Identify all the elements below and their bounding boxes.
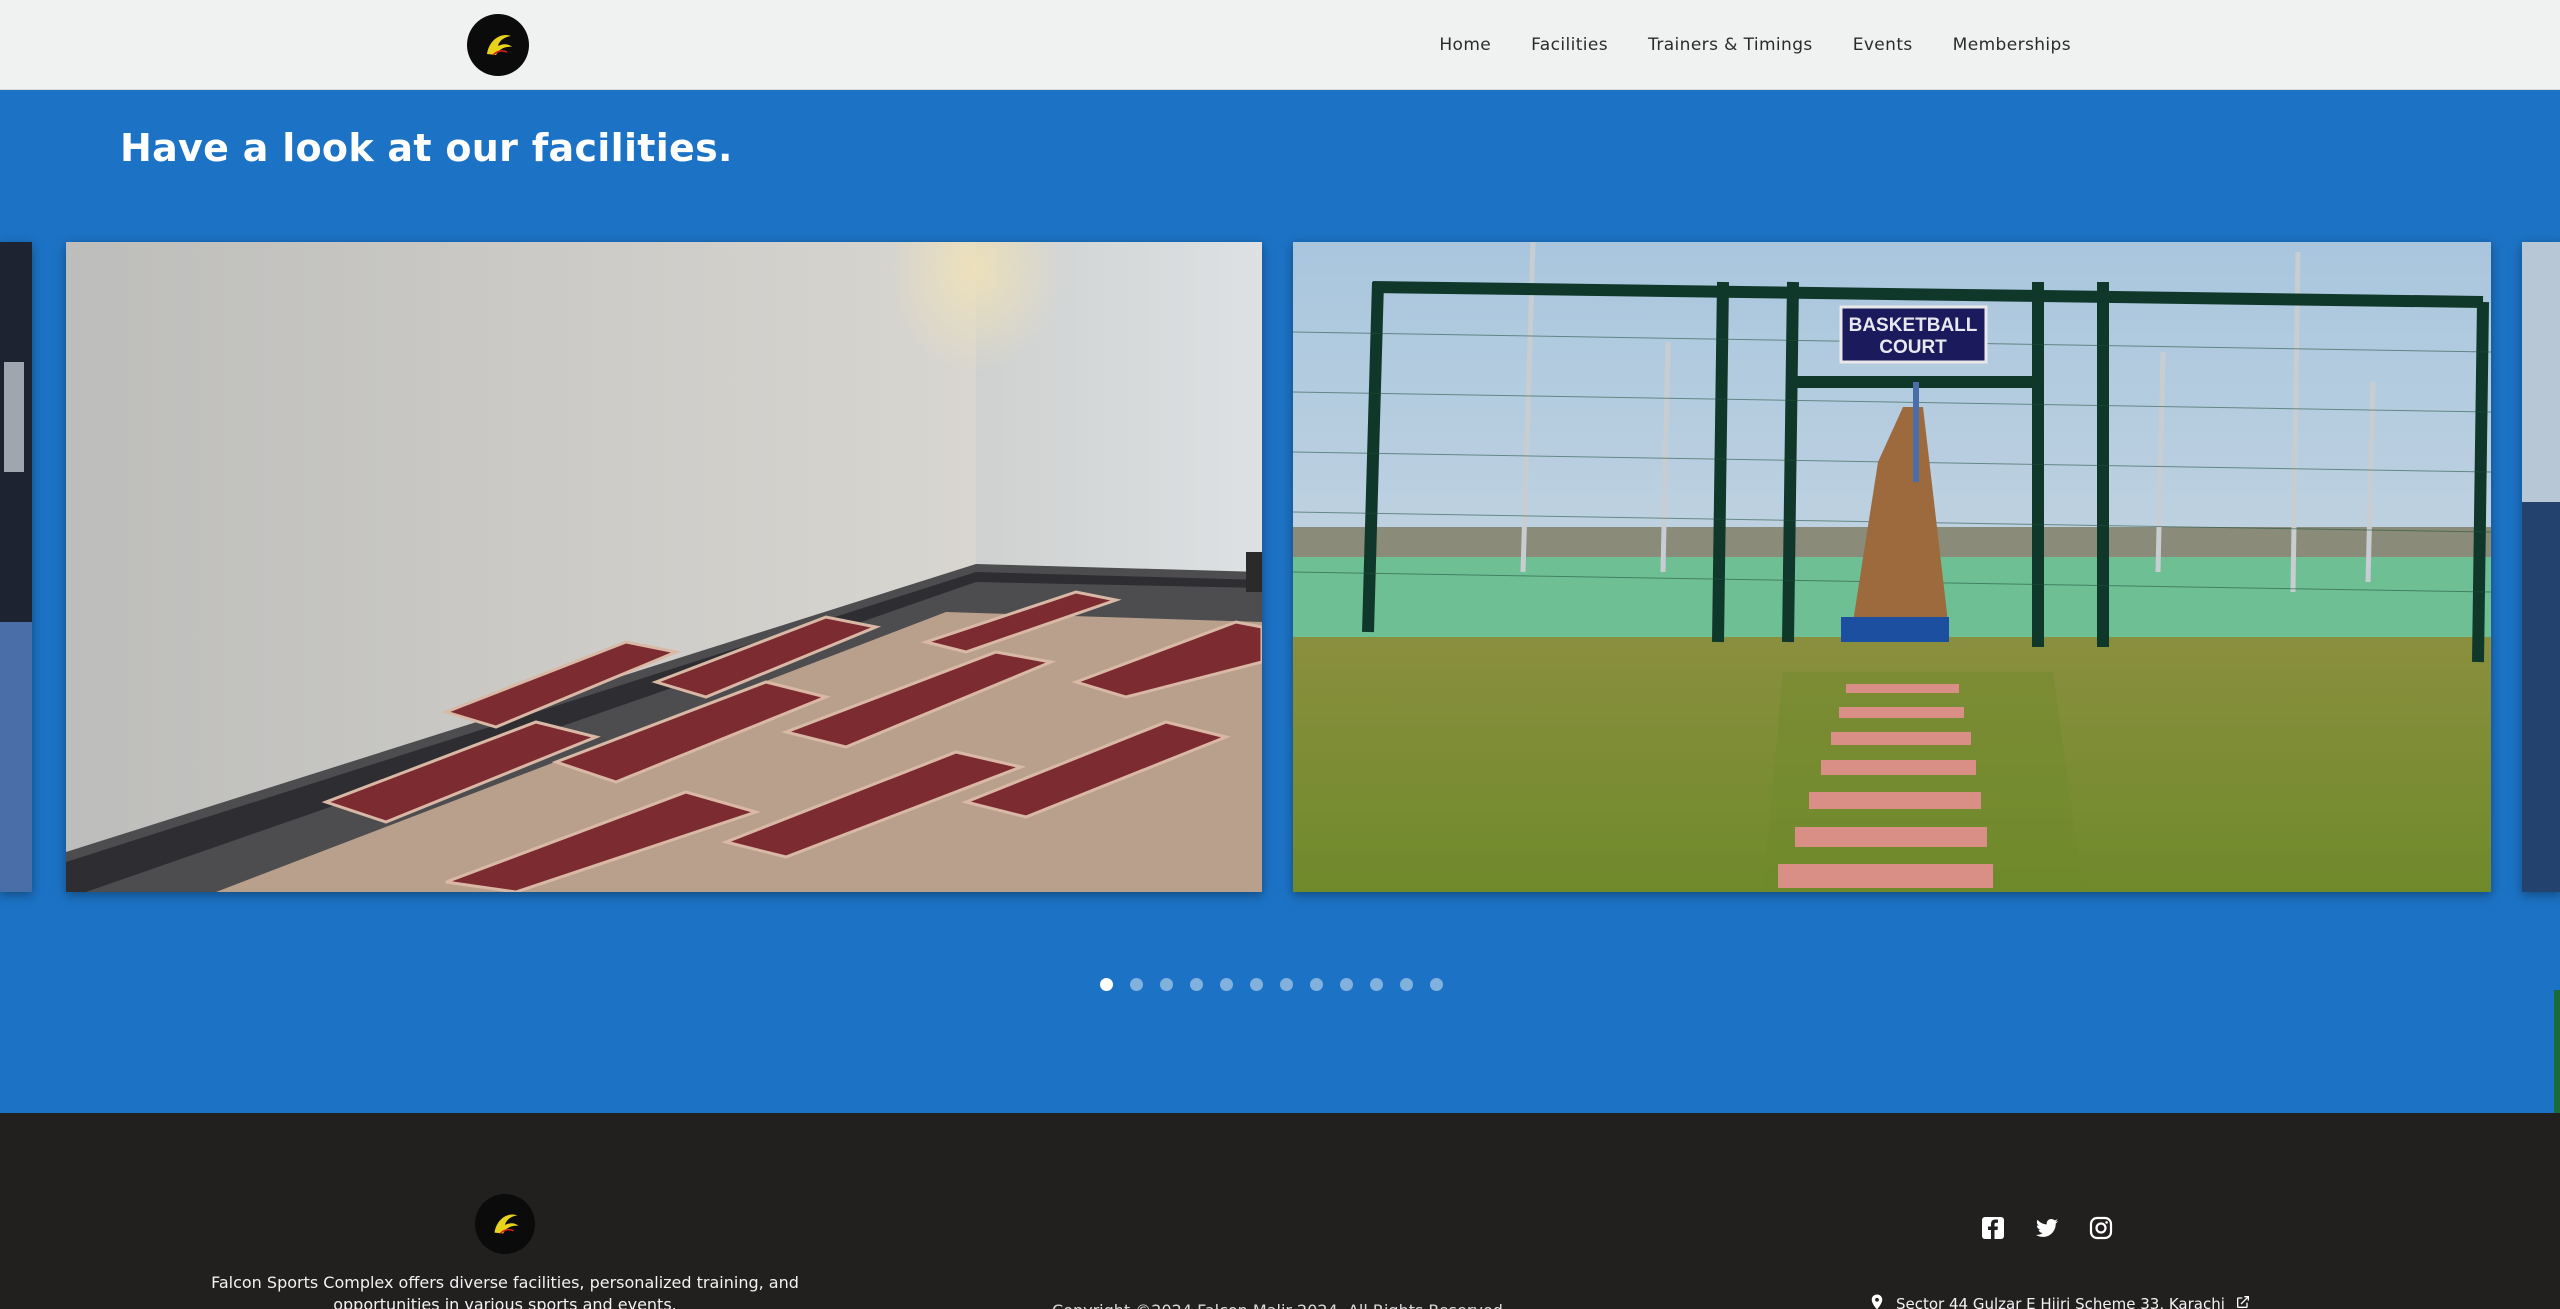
external-link-icon[interactable] bbox=[2235, 1294, 2251, 1309]
carousel-dot-10[interactable] bbox=[1370, 978, 1383, 991]
nav-events[interactable]: Events bbox=[1853, 35, 1913, 55]
twitter-icon[interactable] bbox=[2034, 1215, 2060, 1241]
carousel-slide-basketball-court[interactable]: BASKETBALL COURT bbox=[1293, 242, 2491, 892]
carousel-dot-2[interactable] bbox=[1130, 978, 1143, 991]
slide-next-image bbox=[2522, 242, 2560, 892]
carousel-dot-8[interactable] bbox=[1310, 978, 1323, 991]
footer-description: Falcon Sports Complex offers diverse fac… bbox=[211, 1273, 799, 1309]
facilities-section: Have a look at our facilities. BASKETBAL… bbox=[0, 90, 2560, 1113]
site-footer: Falcon Sports Complex offers diverse fac… bbox=[0, 1113, 2560, 1309]
carousel-dot-6[interactable] bbox=[1250, 978, 1263, 991]
prayer-room-image bbox=[66, 242, 1262, 892]
carousel-dot-12[interactable] bbox=[1430, 978, 1443, 991]
nav-facilities[interactable]: Facilities bbox=[1531, 35, 1608, 55]
instagram-icon[interactable] bbox=[2088, 1215, 2114, 1241]
falcon-logo-icon bbox=[487, 34, 512, 56]
carousel-dot-1[interactable] bbox=[1100, 978, 1113, 991]
nav-home[interactable]: Home bbox=[1439, 35, 1491, 55]
nav-trainers-timings[interactable]: Trainers & Timings bbox=[1648, 35, 1813, 55]
address-text: Sector 44 Gulzar E Hijri Scheme 33, Kara… bbox=[1896, 1295, 2225, 1309]
facebook-icon[interactable] bbox=[1980, 1215, 2006, 1241]
social-links bbox=[1980, 1215, 2114, 1241]
carousel-slide-next[interactable] bbox=[2522, 242, 2560, 892]
falcon-logo-icon bbox=[494, 1214, 519, 1235]
slide-prev-image bbox=[0, 242, 32, 892]
court-sign-line2: COURT bbox=[1879, 337, 1947, 358]
carousel-dot-9[interactable] bbox=[1340, 978, 1353, 991]
section-title: Have a look at our facilities. bbox=[120, 126, 733, 170]
falcon-logo[interactable] bbox=[467, 14, 529, 76]
carousel-dot-5[interactable] bbox=[1220, 978, 1233, 991]
court-sign-line1: BASKETBALL bbox=[1849, 315, 1978, 336]
carousel-dot-3[interactable] bbox=[1160, 978, 1173, 991]
carousel-dot-4[interactable] bbox=[1190, 978, 1203, 991]
site-header: Home Facilities Trainers & Timings Event… bbox=[0, 0, 2560, 90]
footer-copyright: Copyright ©2024 Falcon Malir 2024. All R… bbox=[1040, 1301, 1520, 1309]
carousel-pagination bbox=[1100, 978, 1443, 991]
carousel-slide-prayer-room[interactable] bbox=[66, 242, 1262, 892]
footer-address[interactable]: Sector 44 Gulzar E Hijri Scheme 33, Kara… bbox=[1868, 1293, 2251, 1309]
footer-logo[interactable] bbox=[475, 1194, 535, 1254]
location-pin-icon bbox=[1868, 1293, 1886, 1309]
basketball-court-image: BASKETBALL COURT bbox=[1293, 242, 2491, 892]
carousel-dot-7[interactable] bbox=[1280, 978, 1293, 991]
nav-memberships[interactable]: Memberships bbox=[1953, 35, 2071, 55]
carousel-dot-11[interactable] bbox=[1400, 978, 1413, 991]
carousel-slide-prev[interactable] bbox=[0, 242, 32, 892]
main-nav: Home Facilities Trainers & Timings Event… bbox=[1439, 0, 2071, 90]
